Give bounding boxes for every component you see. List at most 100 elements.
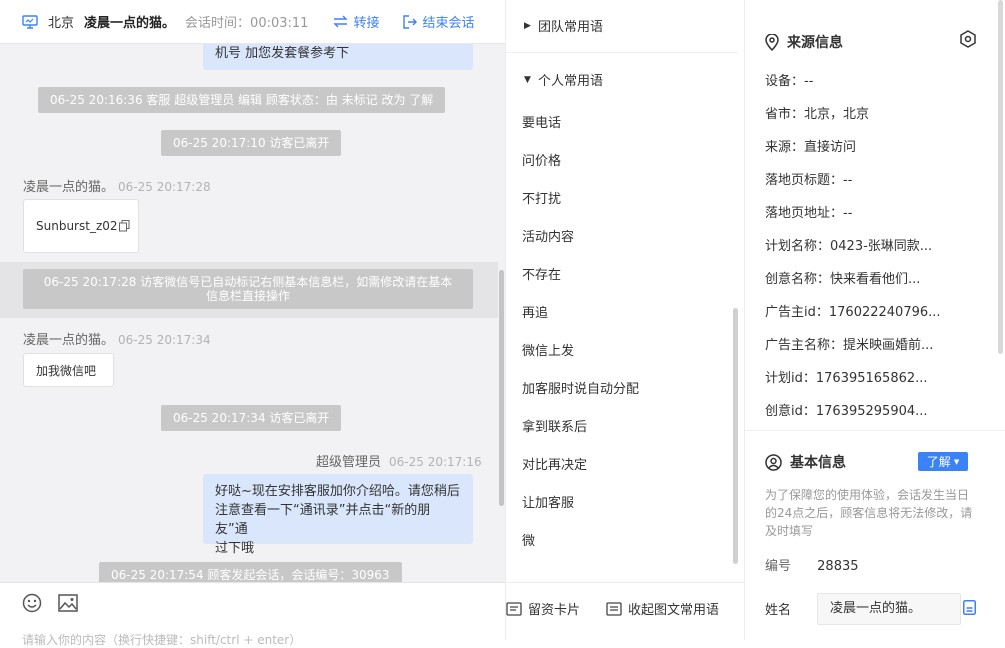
phrase-item[interactable]: 微信上发: [506, 333, 738, 371]
system-message: 06-25 20:17:28 访客微信号已自动标记右侧基本信息栏，如需修改请在基…: [23, 269, 473, 309]
basic-info-title: 基本信息: [765, 452, 846, 472]
user-icon: [765, 453, 782, 471]
info-label: 落地页标题：: [765, 173, 844, 188]
phrase-list[interactable]: 要电话 问价格 不打扰 活动内容 不存在 再追 微信上发 加客服时说自动分配 拿…: [506, 90, 738, 568]
lead-card-label: 留资卡片: [528, 603, 581, 618]
edit-notice: 为了保障您的使用体验，会话发生当日的24点之后，顾客信息将无法修改，请及时填写: [765, 488, 973, 538]
phrase-item[interactable]: 加客服时说自动分配: [506, 371, 738, 409]
monitor-icon: [22, 14, 38, 29]
info-row-city: 省市：北京，北京: [765, 103, 869, 122]
info-value: 0423-张琳同款...: [830, 239, 933, 254]
copy-icon[interactable]: [118, 220, 130, 232]
settings-icon[interactable]: [959, 30, 977, 48]
info-value: 提米映画婚前...: [843, 338, 934, 353]
message-text: 过下哦: [215, 541, 255, 556]
phrase-item[interactable]: 要电话: [506, 105, 738, 143]
customer-name-input[interactable]: 凌晨一点的猫。: [817, 593, 961, 625]
scrollbar-thumb[interactable]: [499, 270, 504, 506]
divider: [506, 52, 738, 53]
phrase-item[interactable]: 拿到联系后: [506, 409, 738, 447]
end-session-button[interactable]: 结束会话: [403, 12, 474, 31]
location-pin-icon: [765, 33, 779, 51]
phrase-item[interactable]: 对比再决定: [506, 447, 738, 485]
phrase-item[interactable]: 让加客服: [506, 485, 738, 523]
sender-name: 凌晨一点的猫。: [23, 333, 115, 348]
system-message-line: 06-25 20:17:28 访客微信号已自动标记右侧基本信息栏，如需修改请在基…: [43, 275, 453, 289]
chat-panel: 北京 凌晨一点的猫。 会话时间：00:03:11 转接 结束会话 机号 加您发套…: [0, 0, 505, 647]
info-value: --: [843, 206, 853, 221]
source-info-title: 来源信息: [765, 32, 843, 52]
info-label: 广告主名称：: [765, 338, 844, 353]
transfer-button[interactable]: 转接: [333, 12, 379, 31]
group-label: 个人常用语: [538, 74, 604, 89]
session-time: 会话时间：00:03:11: [185, 12, 308, 31]
sender-name: 凌晨一点的猫。: [23, 180, 115, 195]
visitor-message-header: 凌晨一点的猫。 06-25 20:17:34: [23, 329, 211, 348]
info-row-plan-id: 计划id：176395165862...: [765, 367, 928, 386]
chat-scrollbar[interactable]: [498, 44, 505, 582]
group-label: 团队常用语: [538, 20, 604, 35]
info-value: --: [843, 173, 853, 188]
info-scrollbar[interactable]: [998, 0, 1003, 354]
image-icon[interactable]: [58, 594, 78, 612]
info-value: 快来看看他们...: [830, 272, 921, 287]
phrase-item[interactable]: 问价格: [506, 143, 738, 181]
system-message: 06-25 20:17:10 访客已离开: [161, 130, 342, 156]
info-row-landing-title: 落地页标题：--: [765, 169, 852, 188]
personal-phrases-group[interactable]: ▼ 个人常用语: [524, 70, 604, 89]
system-message-line: 信息栏直接操作: [205, 289, 290, 303]
customer-info-panel: 来源信息 设备：-- 省市：北京，北京 来源：直接访问 落地页标题：-- 落地页…: [745, 0, 1005, 640]
message-input-area[interactable]: 请输入你的内容（换行快捷键：shift/ctrl + enter）: [0, 582, 505, 647]
phrase-item[interactable]: 不存在: [506, 257, 738, 295]
sender-name: 超级管理员: [316, 455, 382, 470]
system-message: 06-25 20:17:34 访客已离开: [161, 405, 342, 431]
text-list-icon: [606, 601, 622, 616]
phrase-item[interactable]: 不打扰: [506, 181, 738, 219]
visitor-city: 北京: [48, 16, 75, 31]
phrase-item[interactable]: 活动内容: [506, 219, 738, 257]
customer-id-row: 编号 28835: [765, 555, 859, 574]
customer-name-label: 姓名: [765, 603, 792, 618]
message-text: 注意查看一下“通讯录”并点击“新的朋友”通: [215, 503, 431, 537]
info-value: --: [804, 74, 814, 89]
info-value: 176395165862...: [815, 371, 928, 386]
info-row-advertiser-name: 广告主名称：提米映画婚前...: [765, 334, 933, 353]
visitor-message-header: 凌晨一点的猫。 06-25 20:17:28: [23, 176, 211, 195]
message-time: 06-25 20:17:28: [118, 180, 211, 194]
info-row-creative-id: 创意id：176395295904...: [765, 400, 928, 419]
customer-status-dropdown[interactable]: 了解 ▼: [918, 452, 968, 471]
info-label: 计划id：: [765, 371, 816, 386]
message-list[interactable]: 机号 加您发套餐参考下 06-25 20:16:36 客服 超级管理员 编辑 顾…: [0, 44, 498, 582]
card-icon: [506, 601, 522, 616]
info-label: 设备：: [765, 74, 805, 89]
info-row-device: 设备：--: [765, 70, 813, 89]
file-message[interactable]: Sunburst_z02: [23, 199, 139, 253]
team-phrases-group[interactable]: ▶ 团队常用语: [524, 16, 603, 35]
exit-icon: [403, 14, 418, 29]
info-label: 广告主id：: [765, 305, 829, 320]
status-label: 了解: [926, 455, 951, 469]
agent-message-bubble: 好哒~现在安排客服加你介绍哈。请您稍后 注意查看一下“通讯录”并点击“新的朋友”…: [203, 474, 473, 556]
chat-header: 北京 凌晨一点的猫。 会话时间：00:03:11 转接 结束会话: [0, 0, 505, 44]
info-value: 176022240796...: [828, 305, 941, 320]
info-row-advertiser-id: 广告主id：176022240796...: [765, 301, 941, 320]
info-row-plan-name: 计划名称：0423-张琳同款...: [765, 235, 932, 254]
phrases-footer: 留资卡片 收起图文常用语: [506, 582, 746, 640]
info-label: 创意名称：: [765, 272, 831, 287]
section-title-text: 基本信息: [790, 455, 846, 471]
collapse-phrases-button[interactable]: 收起图文常用语: [606, 599, 719, 618]
copy-icon[interactable]: [963, 600, 976, 615]
phrases-scrollbar[interactable]: [733, 308, 738, 564]
phrase-item[interactable]: 微: [506, 523, 738, 561]
info-row-creative-name: 创意名称：快来看看他们...: [765, 268, 920, 287]
system-message: 06-25 20:17:54 顾客发起会话，会话编号：30963: [99, 562, 402, 582]
divider: [745, 430, 1005, 431]
info-value: 北京，北京: [804, 107, 870, 122]
info-value: 直接访问: [804, 140, 857, 155]
phrase-item[interactable]: 再追: [506, 295, 738, 333]
caret-right-icon: ▶: [524, 20, 531, 31]
lead-card-button[interactable]: 留资卡片: [506, 599, 580, 618]
emoji-icon[interactable]: [22, 593, 42, 613]
info-label: 落地页地址：: [765, 206, 844, 221]
visitor-message-bubble: 加我微信吧: [23, 353, 114, 387]
